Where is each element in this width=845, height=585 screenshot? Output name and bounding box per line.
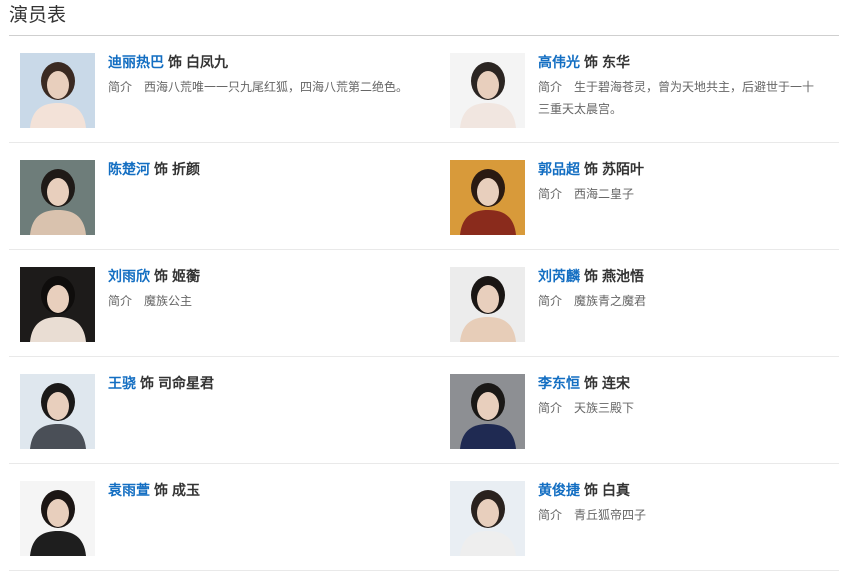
- cast-name-line: 李东恒饰连宋: [538, 373, 819, 395]
- role-connector: 饰: [584, 483, 598, 499]
- role-name: 成玉: [172, 483, 200, 499]
- cast-info: 刘雨欣饰姬蘅 简介 魔族公主: [108, 266, 419, 312]
- cast-item: 黄俊捷饰白真 简介 青丘狐帝四子: [439, 464, 839, 570]
- actor-photo[interactable]: [20, 481, 95, 556]
- desc-text: 天族三殿下: [574, 401, 635, 415]
- cast-info: 迪丽热巴饰白凤九 简介 西海八荒唯一一只九尾红狐，四海八荒第二绝色。: [108, 52, 419, 98]
- role-connector: 饰: [584, 162, 598, 178]
- cast-item: 郭品超饰苏陌叶 简介 西海二皇子: [439, 143, 839, 249]
- page-title: 演员表: [9, 4, 67, 26]
- cast-info: 郭品超饰苏陌叶 简介 西海二皇子: [538, 159, 819, 205]
- cast-name-line: 郭品超饰苏陌叶: [538, 159, 819, 181]
- desc-text: 青丘狐帝四子: [574, 508, 647, 522]
- actor-name-link[interactable]: 袁雨萱: [108, 483, 150, 499]
- actor-name-link[interactable]: 黄俊捷: [538, 483, 580, 499]
- desc-label: 简介: [108, 80, 133, 94]
- cast-row: 迪丽热巴饰白凤九 简介 西海八荒唯一一只九尾红狐，四海八荒第二绝色。 高伟光饰东华简…: [9, 36, 839, 143]
- cast-name-line: 高伟光饰东华: [538, 52, 819, 74]
- role-name: 折颜: [172, 162, 200, 178]
- cast-row: 陈楚河饰折颜 郭品超饰苏陌叶 简介 西海二皇子: [9, 143, 839, 250]
- role-connector: 饰: [584, 55, 598, 71]
- desc-text: 生于碧海苍灵，曾为天地共主，后避世于一十三重天太晨宫。: [538, 80, 815, 116]
- actor-name-link[interactable]: 郭品超: [538, 162, 580, 178]
- actor-name-link[interactable]: 刘雨欣: [108, 269, 150, 285]
- actor-name-link[interactable]: 高伟光: [538, 55, 580, 71]
- role-name: 司命星君: [158, 376, 214, 392]
- actor-name-link[interactable]: 陈楚河: [108, 162, 150, 178]
- role-description: 简介 天族三殿下: [538, 397, 819, 419]
- role-description: 简介 青丘狐帝四子: [538, 504, 819, 526]
- role-name: 姬蘅: [172, 269, 200, 285]
- cast-info: 黄俊捷饰白真 简介 青丘狐帝四子: [538, 480, 819, 526]
- cast-info: 袁雨萱饰成玉: [108, 480, 419, 502]
- role-connector: 饰: [584, 376, 598, 392]
- actor-name-link[interactable]: 王骁: [108, 376, 136, 392]
- role-name: 白真: [602, 483, 630, 499]
- cast-info: 刘芮麟饰燕池悟 简介 魔族青之魔君: [538, 266, 819, 312]
- role-description: 简介 魔族青之魔君: [538, 290, 819, 312]
- cast-item: 刘雨欣饰姬蘅 简介 魔族公主: [9, 250, 439, 356]
- cast-name-line: 迪丽热巴饰白凤九: [108, 52, 419, 74]
- cast-item: 陈楚河饰折颜: [9, 143, 439, 249]
- actor-photo[interactable]: [20, 53, 95, 128]
- cast-info: 李东恒饰连宋 简介 天族三殿下: [538, 373, 819, 419]
- cast-name-line: 黄俊捷饰白真: [538, 480, 819, 502]
- actor-photo[interactable]: [450, 481, 525, 556]
- cast-name-line: 刘芮麟饰燕池悟: [538, 266, 819, 288]
- actor-name-link[interactable]: 刘芮麟: [538, 269, 580, 285]
- cast-item: 王骁饰司命星君: [9, 357, 439, 463]
- role-description: 简介 西海八荒唯一一只九尾红狐，四海八荒第二绝色。: [108, 76, 419, 98]
- actor-photo[interactable]: [450, 160, 525, 235]
- desc-label: 简介: [538, 187, 563, 201]
- cast-info: 陈楚河饰折颜: [108, 159, 419, 181]
- role-connector: 饰: [584, 269, 598, 285]
- cast-row: 王骁饰司命星君 李东恒饰连宋 简介 天族三殿下: [9, 357, 839, 464]
- role-description: 简介 生于碧海苍灵，曾为天地共主，后避世于一十三重天太晨宫。: [538, 76, 819, 120]
- role-name: 连宋: [602, 376, 630, 392]
- actor-name-link[interactable]: 迪丽热巴: [108, 55, 164, 71]
- actor-photo[interactable]: [20, 267, 95, 342]
- desc-text: 魔族青之魔君: [574, 294, 647, 308]
- cast-item: 高伟光饰东华 简介 生于碧海苍灵，曾为天地共主，后避世于一十三重天太晨宫。: [439, 36, 839, 142]
- actor-photo[interactable]: [450, 374, 525, 449]
- role-description: 简介 西海二皇子: [538, 183, 819, 205]
- role-connector: 饰: [154, 269, 168, 285]
- cast-item: 李东恒饰连宋 简介 天族三殿下: [439, 357, 839, 463]
- desc-label: 简介: [108, 294, 133, 308]
- desc-text: 西海八荒唯一一只九尾红狐，四海八荒第二绝色。: [144, 80, 409, 94]
- role-connector: 饰: [154, 483, 168, 499]
- desc-label: 简介: [538, 508, 563, 522]
- actor-photo[interactable]: [450, 267, 525, 342]
- desc-label: 简介: [538, 80, 563, 94]
- actor-photo[interactable]: [20, 160, 95, 235]
- role-name: 燕池悟: [602, 269, 644, 285]
- role-name: 东华: [602, 55, 630, 71]
- cast-name-line: 陈楚河饰折颜: [108, 159, 419, 181]
- desc-label: 简介: [538, 401, 563, 415]
- cast-row: 刘雨欣饰姬蘅 简介 魔族公主 刘芮麟饰燕池悟 简介 魔族青之魔君: [9, 250, 839, 357]
- cast-list: 迪丽热巴饰白凤九 简介 西海八荒唯一一只九尾红狐，四海八荒第二绝色。 高伟光饰东华简…: [9, 36, 839, 571]
- cast-info: 高伟光饰东华 简介 生于碧海苍灵，曾为天地共主，后避世于一十三重天太晨宫。: [538, 52, 819, 120]
- cast-name-line: 王骁饰司命星君: [108, 373, 419, 395]
- actor-photo[interactable]: [450, 53, 525, 128]
- role-connector: 饰: [140, 376, 154, 392]
- role-connector: 饰: [154, 162, 168, 178]
- cast-item: 迪丽热巴饰白凤九 简介 西海八荒唯一一只九尾红狐，四海八荒第二绝色。: [9, 36, 439, 142]
- actor-name-link[interactable]: 李东恒: [538, 376, 580, 392]
- desc-text: 西海二皇子: [574, 187, 635, 201]
- role-name: 苏陌叶: [602, 162, 644, 178]
- cast-name-line: 袁雨萱饰成玉: [108, 480, 419, 502]
- role-connector: 饰: [168, 55, 182, 71]
- cast-name-line: 刘雨欣饰姬蘅: [108, 266, 419, 288]
- role-description: 简介 魔族公主: [108, 290, 419, 312]
- cast-item: 刘芮麟饰燕池悟 简介 魔族青之魔君: [439, 250, 839, 356]
- role-name: 白凤九: [186, 55, 228, 71]
- desc-text: 魔族公主: [144, 294, 193, 308]
- cast-item: 袁雨萱饰成玉: [9, 464, 439, 570]
- desc-label: 简介: [538, 294, 563, 308]
- actor-photo[interactable]: [20, 374, 95, 449]
- cast-info: 王骁饰司命星君: [108, 373, 419, 395]
- cast-row: 袁雨萱饰成玉 黄俊捷饰白真 简介 青丘狐帝四子: [9, 464, 839, 571]
